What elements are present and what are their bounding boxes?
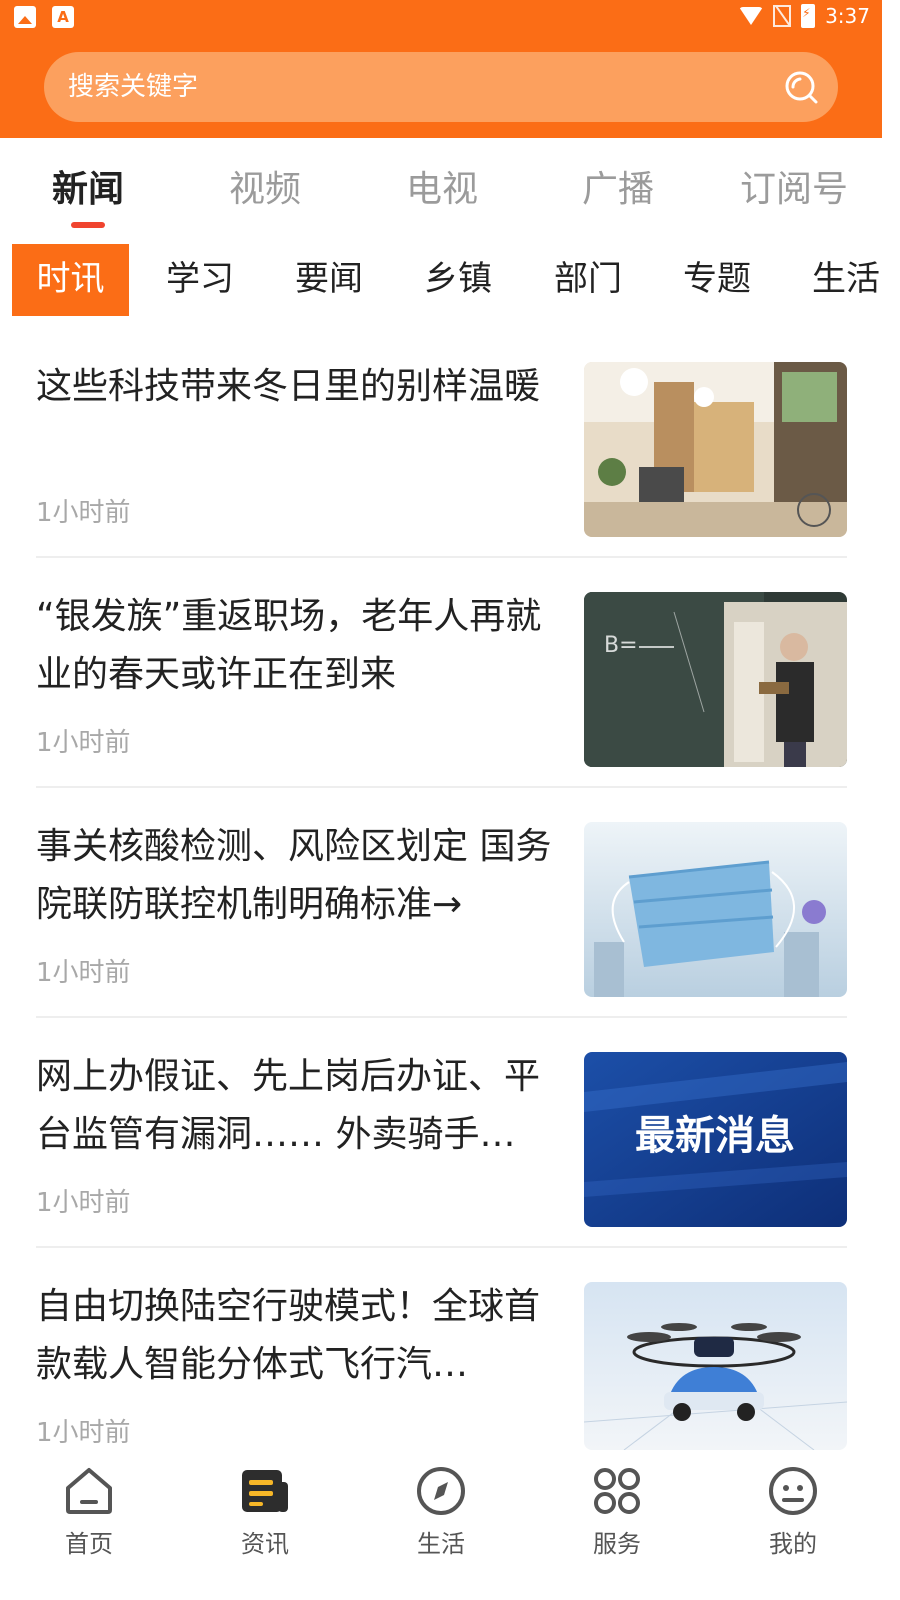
nav-label: 我的	[769, 1530, 817, 1558]
bottom-navigation: 首页 资讯 生活 服务 我的	[0, 1450, 882, 1600]
news-title[interactable]: 这些科技带来冬日里的别样温暖	[36, 358, 560, 416]
nav-label: 首页	[65, 1530, 113, 1558]
status-time: 3:37	[825, 4, 870, 28]
battery-charging-icon	[801, 4, 816, 28]
tab-subscriptions[interactable]: 订阅号	[724, 160, 864, 212]
news-time: 1小时前	[36, 1188, 131, 1218]
breaking-news-banner[interactable]: 最新消息	[584, 1052, 847, 1227]
wifi-icon	[739, 7, 764, 25]
subtab-life[interactable]: 生活	[796, 244, 896, 316]
channel-tabs: 新闻 视频 电视 广播 订阅号	[0, 140, 882, 240]
tab-tv[interactable]: 电视	[372, 160, 512, 212]
teacher-blackboard-image[interactable]: B=	[584, 592, 847, 767]
search-placeholder: 搜索关键字	[68, 72, 199, 102]
subtab-departments[interactable]: 部门	[538, 244, 638, 316]
nav-home[interactable]: 首页	[24, 1464, 154, 1559]
app-screen: A 3:37 搜索关键字 新闻 视频 电视 广播 订阅号 时讯	[0, 0, 900, 1600]
status-bar: A 3:37	[0, 0, 882, 36]
news-title[interactable]: 事关核酸检测、风险区划定 国务院联防联控机制明确标准→	[36, 818, 560, 934]
nav-profile[interactable]: 我的	[728, 1464, 858, 1559]
header: A 3:37 搜索关键字	[0, 0, 882, 138]
news-time: 1小时前	[36, 498, 131, 528]
grid-services-icon	[594, 1468, 640, 1514]
nav-label: 服务	[593, 1530, 641, 1558]
news-item[interactable]: 这些科技带来冬日里的别样温暖 1小时前	[36, 340, 847, 558]
subtab-towns[interactable]: 乡镇	[408, 244, 508, 316]
news-item[interactable]: “银发族”重返职场，老年人再就业的春天或许正在到来 1小时前 B=	[36, 570, 847, 788]
profile-face-icon	[769, 1467, 817, 1515]
nav-news[interactable]: 资讯	[200, 1464, 330, 1559]
nav-services[interactable]: 服务	[552, 1464, 682, 1559]
search-icon[interactable]	[784, 70, 818, 104]
news-title[interactable]: 自由切换陆空行驶模式！全球首款载人智能分体式飞行汽…	[36, 1278, 560, 1394]
tab-news[interactable]: 新闻	[18, 160, 158, 212]
image-icon	[14, 6, 36, 28]
news-icon	[242, 1470, 288, 1512]
no-sim-icon	[773, 5, 792, 27]
face-mask-image[interactable]	[584, 822, 847, 997]
home-icon	[66, 1468, 112, 1514]
status-left: A	[14, 6, 74, 28]
news-time: 1小时前	[36, 728, 131, 758]
subtab-shixun[interactable]: 时讯	[12, 244, 129, 316]
banner-text: 最新消息	[635, 1112, 795, 1159]
nav-label: 资讯	[241, 1530, 289, 1558]
news-title[interactable]: “银发族”重返职场，老年人再就业的春天或许正在到来	[36, 588, 560, 704]
news-item[interactable]: 自由切换陆空行驶模式！全球首款载人智能分体式飞行汽… 1小时前	[36, 1260, 847, 1478]
news-time: 1小时前	[36, 958, 131, 988]
news-time: 1小时前	[36, 1418, 131, 1448]
svg-text:B=: B=	[604, 633, 638, 658]
active-tab-indicator	[71, 222, 105, 228]
compass-icon	[417, 1467, 465, 1515]
divider	[36, 556, 847, 558]
news-item[interactable]: 事关核酸检测、风险区划定 国务院联防联控机制明确标准→ 1小时前	[36, 800, 847, 1018]
divider	[36, 1016, 847, 1018]
tab-radio[interactable]: 广播	[548, 160, 688, 212]
divider	[36, 786, 847, 788]
font-icon: A	[52, 6, 74, 28]
subtab-topics[interactable]: 专题	[667, 244, 767, 316]
tab-video[interactable]: 视频	[195, 160, 335, 212]
flying-car-image[interactable]	[584, 1282, 847, 1450]
status-right: 3:37	[739, 4, 870, 28]
subtab-study[interactable]: 学习	[150, 244, 250, 316]
subtab-headlines[interactable]: 要闻	[279, 244, 379, 316]
nav-label: 生活	[417, 1530, 465, 1558]
search-bar[interactable]: 搜索关键字	[44, 52, 838, 122]
sub-tabs: 时讯 学习 要闻 乡镇 部门 专题 生活	[0, 244, 882, 318]
warm-room-image[interactable]	[584, 362, 847, 537]
news-title[interactable]: 网上办假证、先上岗后办证、平台监管有漏洞…… 外卖骑手…	[36, 1048, 560, 1164]
news-item[interactable]: 网上办假证、先上岗后办证、平台监管有漏洞…… 外卖骑手… 1小时前 最新消息	[36, 1030, 847, 1248]
nav-life[interactable]: 生活	[376, 1464, 506, 1559]
divider	[36, 1246, 847, 1248]
